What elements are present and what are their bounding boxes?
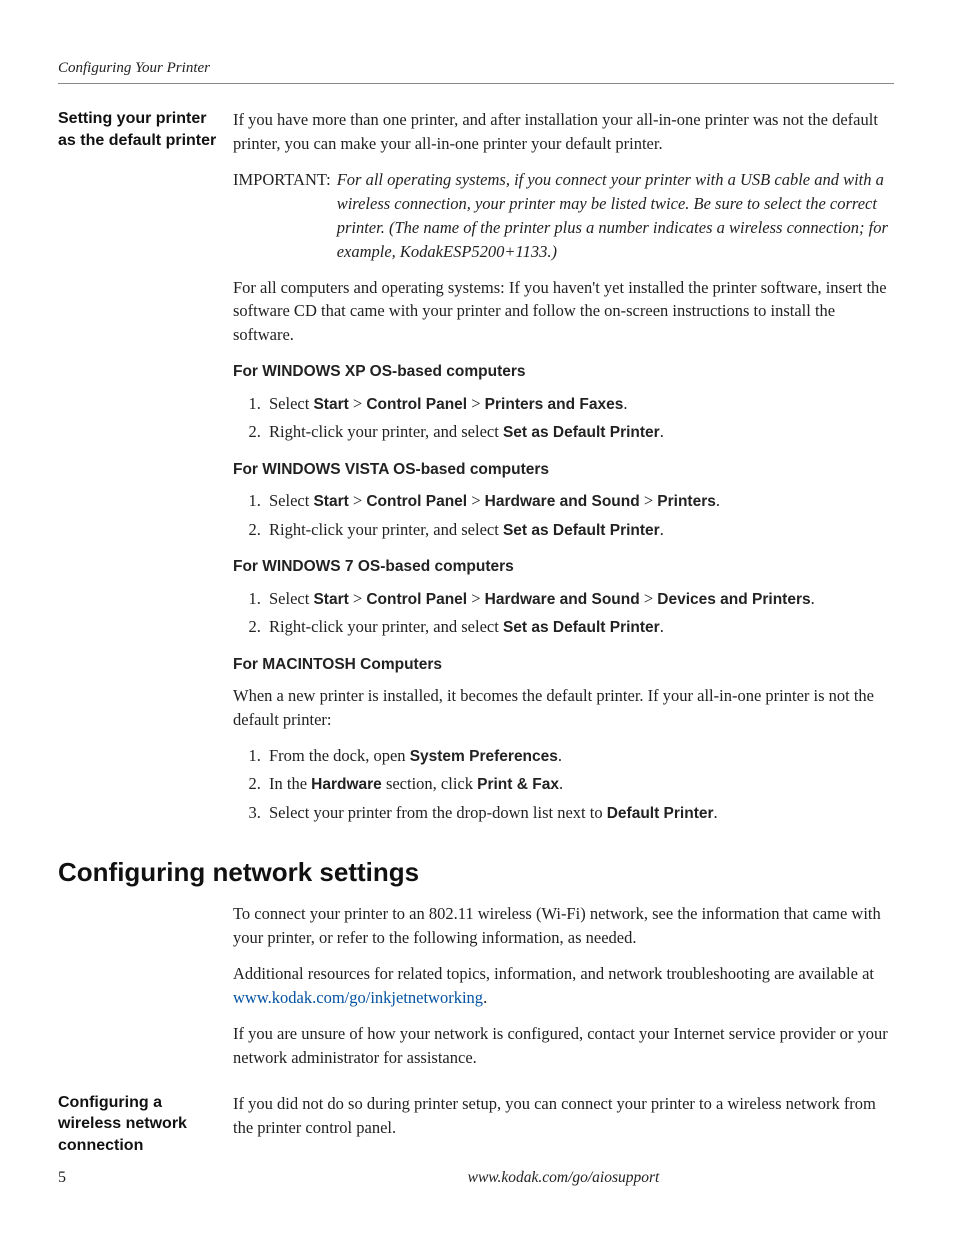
xp-step-2: Right-click your printer, and select Set… [265,420,894,444]
content-wireless: If you did not do so during printer setu… [233,1092,894,1152]
all-systems-paragraph: For all computers and operating systems:… [233,276,894,348]
mac-step-2: In the Hardware section, click Print & F… [265,772,894,796]
running-head: Configuring Your Printer [58,60,894,77]
wireless-p1: If you did not do so during printer setu… [233,1092,894,1140]
content-network-intro: To connect your printer to an 802.11 wir… [233,902,894,1082]
steps-mac: From the dock, open System Preferences. … [233,744,894,825]
subhead-win7: For WINDOWS 7 OS-based computers [233,556,894,578]
win7-step-2: Right-click your printer, and select Set… [265,615,894,639]
subhead-vista: For WINDOWS VISTA OS-based computers [233,459,894,481]
section-default-printer: Setting your printer as the default prin… [58,108,894,835]
net-p2: Additional resources for related topics,… [233,962,894,1010]
footer: 5 www.kodak.com/go/aiosupport [58,1169,894,1187]
section-network-intro: To connect your printer to an 802.11 wir… [58,902,894,1082]
steps-vista: Select Start > Control Panel > Hardware … [233,489,894,542]
mac-step-3: Select your printer from the drop-down l… [265,801,894,825]
header-rule [58,83,894,84]
side-heading-2: Configuring a wireless network connectio… [58,1092,221,1157]
win7-step-1: Select Start > Control Panel > Hardware … [265,587,894,611]
mac-intro: When a new printer is installed, it beco… [233,684,894,732]
page-number: 5 [58,1169,233,1187]
intro-paragraph: If you have more than one printer, and a… [233,108,894,156]
important-label: IMPORTANT: [233,168,337,264]
content-default-printer: If you have more than one printer, and a… [233,108,894,835]
xp-step-1: Select Start > Control Panel > Printers … [265,392,894,416]
net-p1: To connect your printer to an 802.11 wir… [233,902,894,950]
section-wireless-connection: Configuring a wireless network connectio… [58,1092,894,1157]
important-block: IMPORTANT: For all operating systems, if… [233,168,894,264]
vista-step-2: Right-click your printer, and select Set… [265,518,894,542]
subhead-mac: For MACINTOSH Computers [233,654,894,676]
vista-step-1: Select Start > Control Panel > Hardware … [265,489,894,513]
h1-network-settings: Configuring network settings [58,857,894,888]
page: Configuring Your Printer Setting your pr… [0,0,954,1235]
side-heading-container: Setting your printer as the default prin… [58,108,233,151]
steps-xp: Select Start > Control Panel > Printers … [233,392,894,445]
steps-win7: Select Start > Control Panel > Hardware … [233,587,894,640]
mac-step-1: From the dock, open System Preferences. [265,744,894,768]
footer-url: www.kodak.com/go/aiosupport [233,1169,894,1187]
link-inkjetnetworking[interactable]: www.kodak.com/go/inkjetnetworking [233,988,483,1007]
net-p3: If you are unsure of how your network is… [233,1022,894,1070]
subhead-xp: For WINDOWS XP OS-based computers [233,361,894,383]
side-heading-1: Setting your printer as the default prin… [58,108,221,151]
important-text: For all operating systems, if you connec… [337,168,894,264]
side-heading-container-2: Configuring a wireless network connectio… [58,1092,233,1157]
